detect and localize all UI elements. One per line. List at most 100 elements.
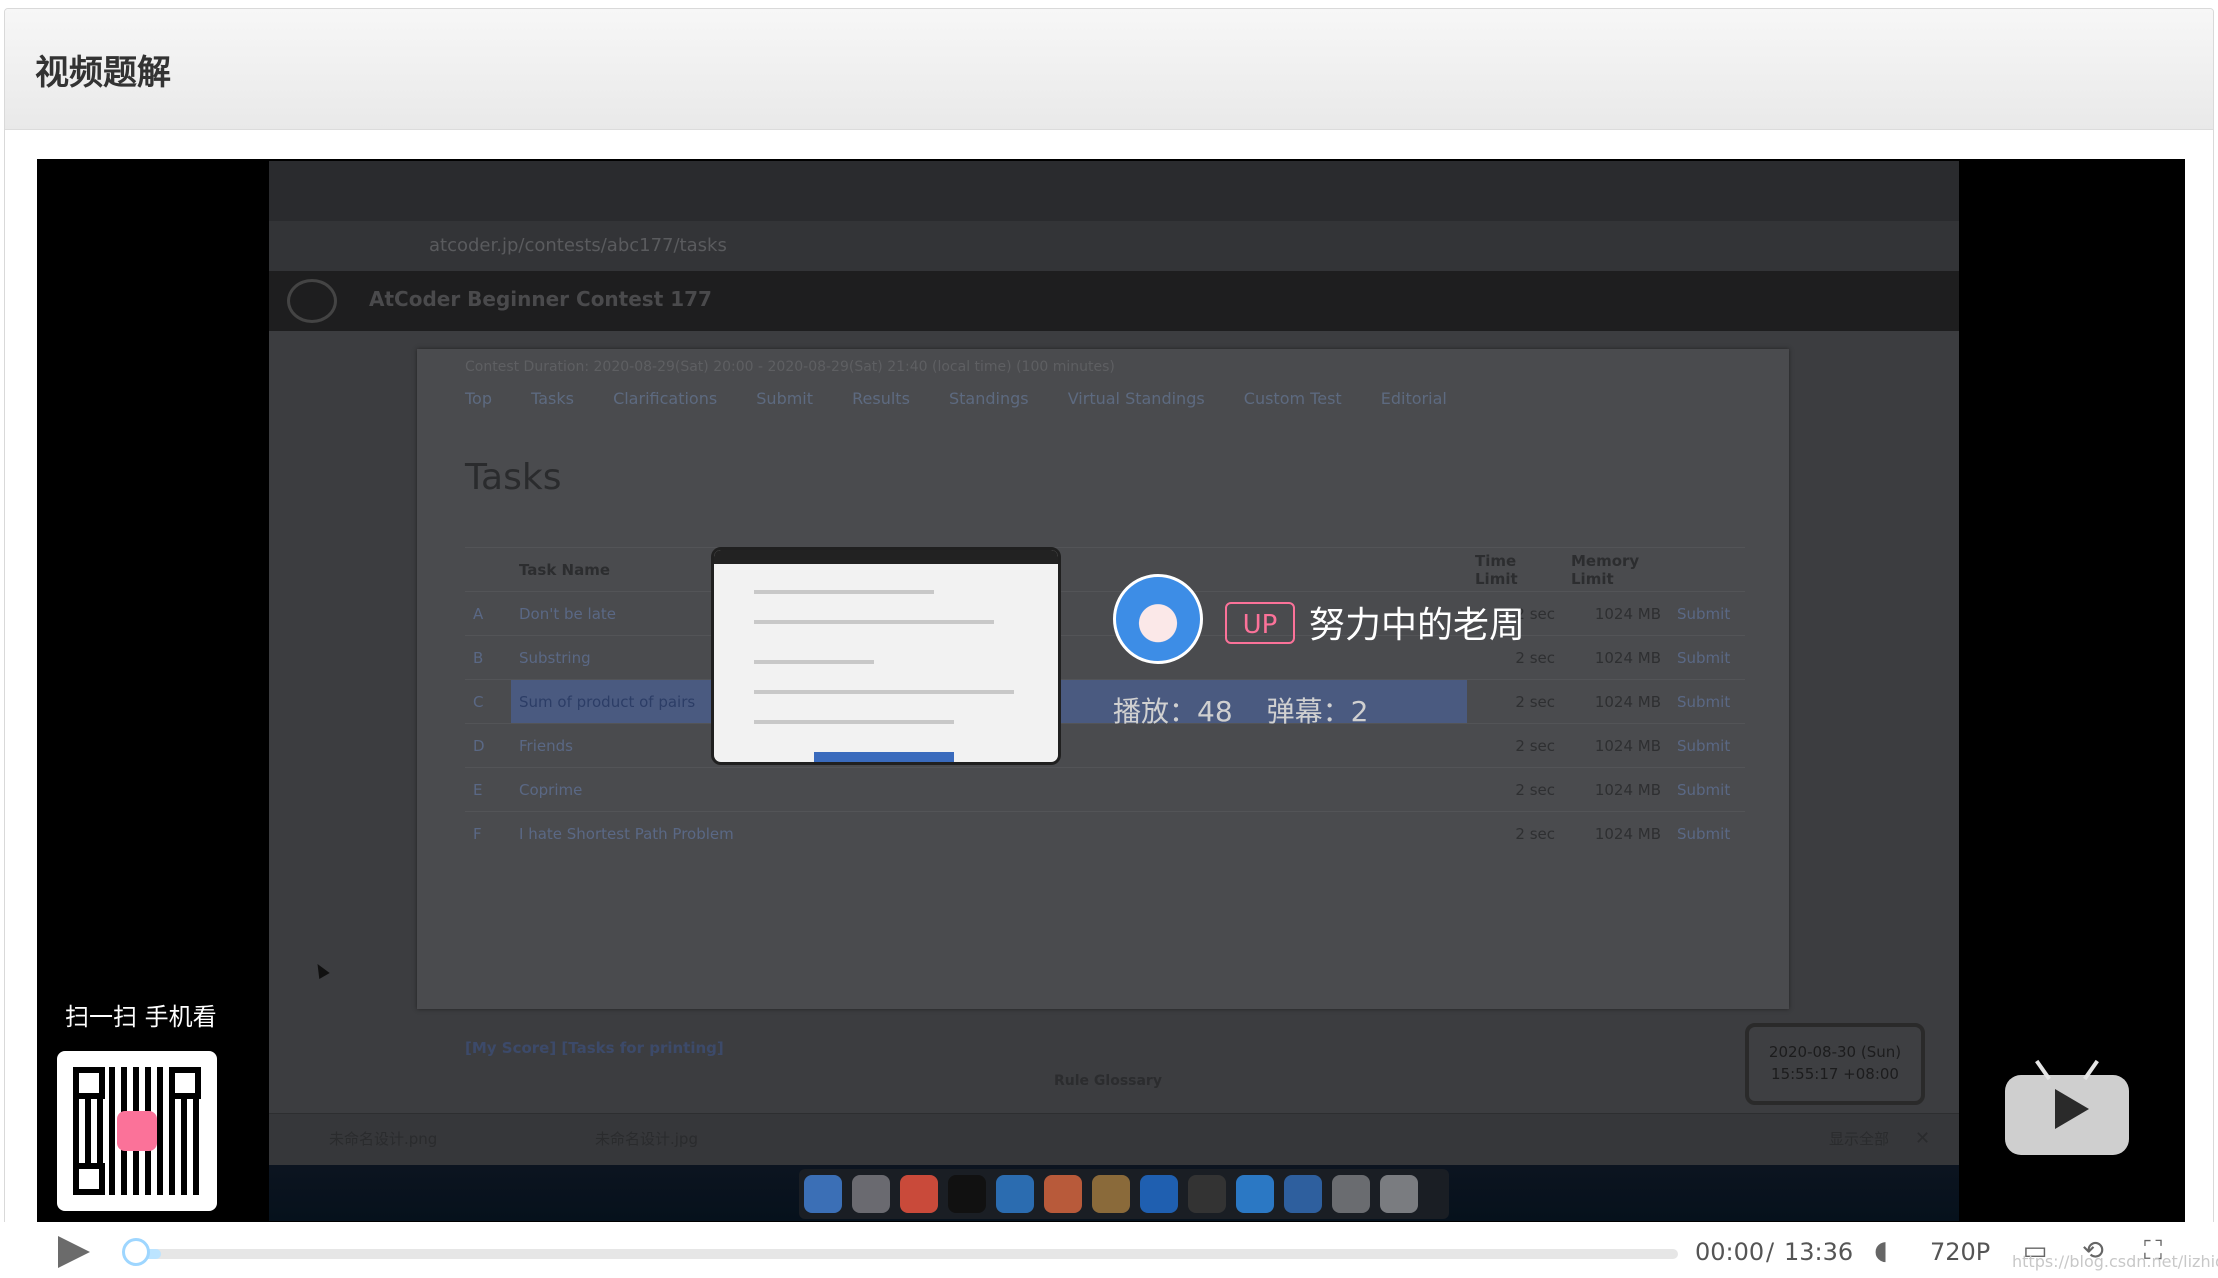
- close-icon: ✕: [1915, 1128, 1931, 1149]
- nav-item: Submit: [756, 389, 814, 408]
- play-icon[interactable]: [58, 1236, 90, 1268]
- recorded-url-bar: atcoder.jp/contests/abc177/tasks: [269, 221, 1959, 271]
- task-memory: 1024 MB: [1563, 767, 1669, 812]
- column-header: Memory Limit: [1563, 547, 1669, 592]
- task-table: Task Name Time Limit Memory Limit A Don'…: [465, 547, 1745, 855]
- qr-logo-icon: [117, 1111, 157, 1151]
- player-control-bar: 00:00 / 13:36 ◖ 720P ▭ ⟲ ⛶ https://blog.…: [0, 1222, 2218, 1278]
- volume-icon[interactable]: ◖: [1864, 1236, 1898, 1266]
- qr-corner: [73, 1163, 105, 1195]
- recorded-dock: [799, 1169, 1449, 1219]
- thumbnail-line: [754, 620, 994, 624]
- task-letter: B: [465, 635, 511, 680]
- clock-time: 15:55:17 +08:00: [1771, 1065, 1899, 1083]
- table-row: E Coprime 2 sec 1024 MB Submit: [465, 767, 1745, 812]
- download-item: 未命名设计.jpg: [595, 1130, 698, 1148]
- task-submit: Submit: [1669, 635, 1745, 680]
- play-triangle-icon: [2055, 1089, 2089, 1129]
- table-row: C Sum of product of pairs 2 sec 1024 MB …: [465, 679, 1745, 724]
- qr-corner: [169, 1067, 201, 1099]
- task-letter: E: [465, 767, 511, 812]
- nav-item: Top: [465, 389, 492, 408]
- contest-duration: Contest Duration: 2020-08-29(Sat) 20:00 …: [465, 359, 1115, 375]
- recorded-site-title: AtCoder Beginner Contest 177: [369, 287, 712, 311]
- video-solution-panel: 视频题解 atcoder.jp/contests/abc177/tasks At…: [4, 8, 2214, 1278]
- recorded-footer-links: Rule Glossary: [1054, 1073, 1162, 1089]
- task-memory: 1024 MB: [1563, 723, 1669, 768]
- table-row: D Friends 2 sec 1024 MB Submit: [465, 723, 1745, 768]
- danmaku-count: 弹幕：2: [1266, 695, 1369, 728]
- table-row: F I hate Shortest Path Problem 2 sec 102…: [465, 811, 1745, 855]
- tasks-heading: Tasks: [465, 457, 562, 498]
- table-header-row: Task Name Time Limit Memory Limit: [465, 547, 1745, 592]
- quality-selector[interactable]: 720P: [1930, 1238, 1990, 1266]
- qq-icon: [1188, 1175, 1226, 1213]
- thumbnail-line: [754, 690, 1014, 694]
- launchpad-icon: [852, 1175, 890, 1213]
- time-separator: /: [1766, 1238, 1775, 1266]
- recorded-browser-tabs: [269, 161, 1959, 221]
- nav-item: Custom Test: [1243, 389, 1342, 408]
- duration: 13:36: [1784, 1238, 1854, 1266]
- recorded-clock: 2020-08-30 (Sun) 15:55:17 +08:00: [1745, 1023, 1925, 1105]
- task-letter: A: [465, 591, 511, 636]
- task-memory: 1024 MB: [1563, 811, 1669, 855]
- task-submit: Submit: [1669, 811, 1745, 855]
- recorded-downloads-bar: 未命名设计.png 未命名设计.jpg 显示全部 ✕: [269, 1113, 1959, 1166]
- task-name: Coprime: [511, 767, 1467, 812]
- watermark: https://blog.csdn.net/lizhidie: [2012, 1252, 2218, 1271]
- atcoder-logo-icon: [287, 279, 337, 323]
- play-count: 播放：48: [1113, 695, 1233, 728]
- folder-icon: [1332, 1175, 1370, 1213]
- thumbnail-line: [754, 720, 954, 724]
- clock-date: 2020-08-30 (Sun): [1768, 1043, 1902, 1061]
- qr-corner: [73, 1067, 105, 1099]
- browser-icon: [1284, 1175, 1322, 1213]
- task-time: 2 sec: [1467, 679, 1563, 724]
- table-row: B Substring 2 sec 1024 MB Submit: [465, 635, 1745, 680]
- nav-item: Clarifications: [613, 389, 718, 408]
- recorded-desktop: [269, 1165, 1959, 1221]
- download-item: 未命名设计.png: [329, 1130, 438, 1148]
- recorded-content-card: Contest Duration: 2020-08-29(Sat) 20:00 …: [417, 349, 1789, 1145]
- scan-label: 扫一扫 手机看: [65, 1003, 217, 1031]
- thumbnail-line: [754, 590, 934, 594]
- task-memory: 1024 MB: [1563, 679, 1669, 724]
- show-all-downloads: 显示全部: [1829, 1130, 1890, 1148]
- task-letter: D: [465, 723, 511, 768]
- task-letter: F: [465, 811, 511, 855]
- progress-bar[interactable]: [122, 1238, 1678, 1266]
- video-player[interactable]: atcoder.jp/contests/abc177/tasks AtCoder…: [37, 159, 2185, 1229]
- up-badge: UP: [1225, 602, 1295, 644]
- books-icon: [1092, 1175, 1130, 1213]
- task-submit: Submit: [1669, 723, 1745, 768]
- recorded-url: atcoder.jp/contests/abc177/tasks: [429, 235, 727, 256]
- tv-play-icon[interactable]: [2005, 1059, 2129, 1159]
- finder-icon: [804, 1175, 842, 1213]
- thumbnail-dock: [814, 752, 954, 762]
- avatar[interactable]: [1113, 574, 1203, 664]
- messenger-icon: [1236, 1175, 1274, 1213]
- video-stats: 播放：48 弹幕：2: [1113, 690, 1402, 730]
- qr-code-icon: [57, 1051, 217, 1211]
- nav-item: Editorial: [1380, 389, 1447, 408]
- task-time: 2 sec: [1467, 811, 1563, 855]
- video-thumbnail[interactable]: [711, 547, 1061, 765]
- nav-item: Standings: [949, 389, 1029, 408]
- task-time: 2 sec: [1467, 723, 1563, 768]
- terminal-icon: [948, 1175, 986, 1213]
- thumbnail-line: [754, 660, 874, 664]
- uploader-name[interactable]: 努力中的老周: [1309, 596, 1525, 648]
- table-row: A Don't be late 2 sec 1024 MB Submit: [465, 591, 1745, 636]
- task-memory: 1024 MB: [1563, 591, 1669, 636]
- panel-heading: 视频题解: [5, 9, 2213, 130]
- column-header: [465, 547, 511, 592]
- nav-item: Tasks: [531, 389, 574, 408]
- column-header: Time Limit: [1467, 547, 1563, 592]
- progress-handle[interactable]: [122, 1238, 150, 1266]
- app-icon: [1044, 1175, 1082, 1213]
- task-submit: Submit: [1669, 679, 1745, 724]
- task-name: I hate Shortest Path Problem: [511, 811, 1467, 855]
- chrome-icon: [900, 1175, 938, 1213]
- recorded-site-header: AtCoder Beginner Contest 177: [269, 271, 1959, 331]
